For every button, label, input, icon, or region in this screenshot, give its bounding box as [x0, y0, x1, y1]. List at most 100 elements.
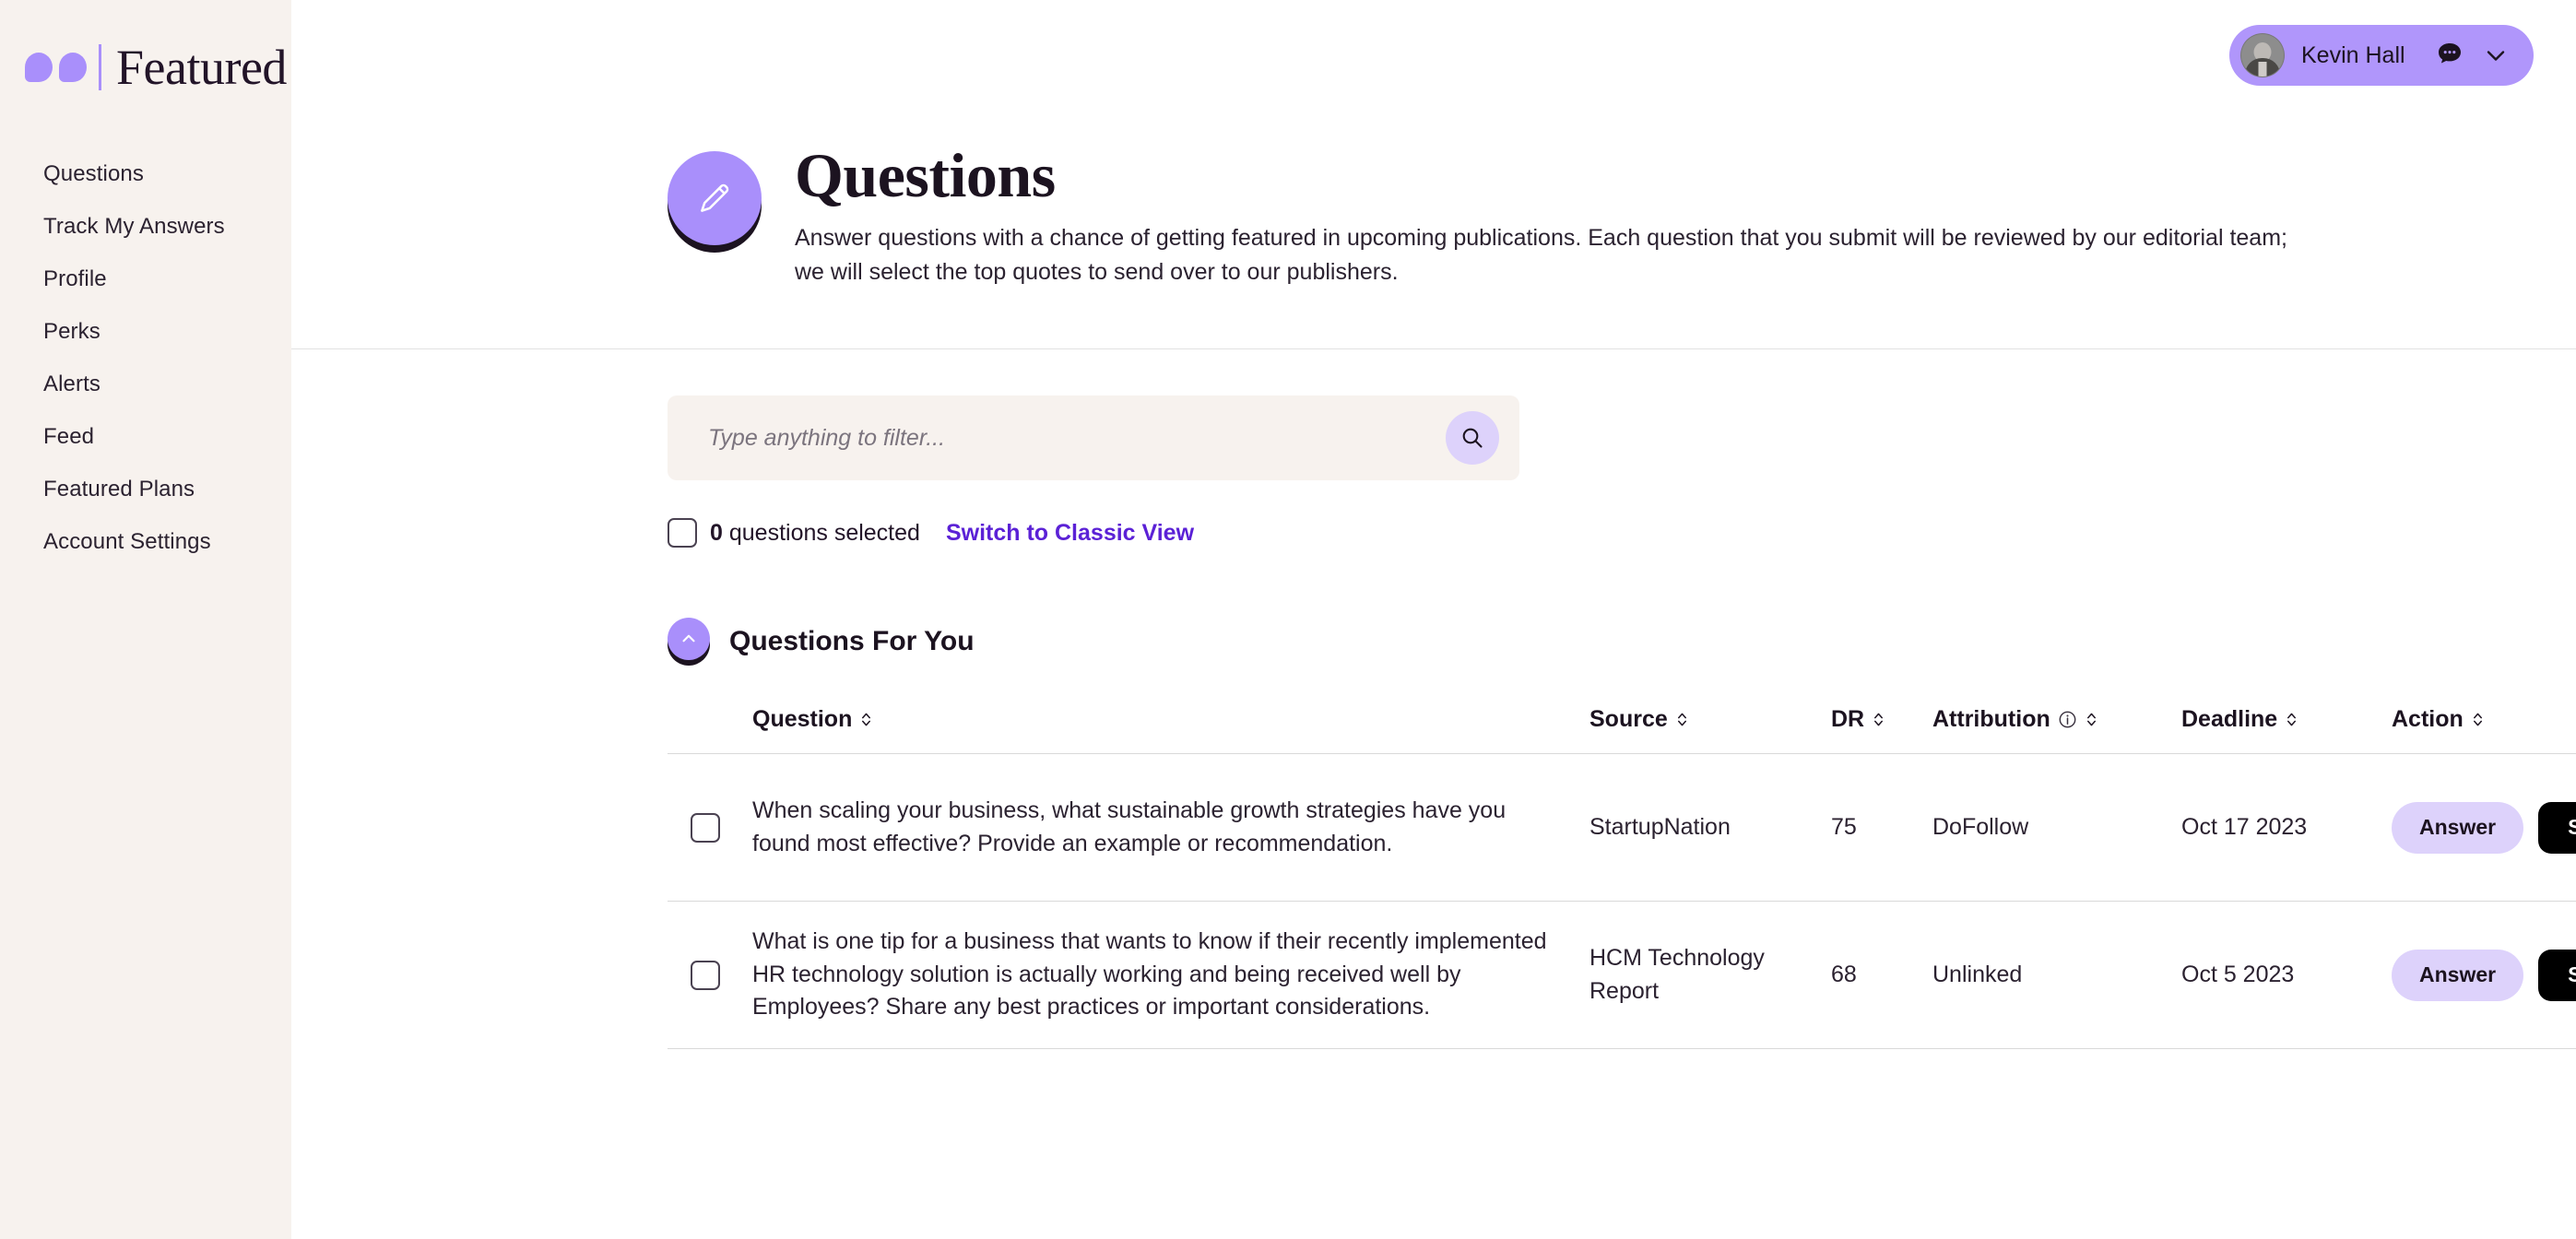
- row-select-checkbox[interactable]: [691, 812, 720, 843]
- app-root: Featured Questions Track My Answers Prof…: [0, 0, 2576, 1239]
- sidebar-item-feed[interactable]: Feed: [0, 410, 291, 463]
- avatar: [2240, 33, 2285, 77]
- sort-deadline-button[interactable]: Deadline: [2181, 706, 2392, 733]
- sidebar-item-track-my-answers[interactable]: Track My Answers: [0, 200, 291, 253]
- page-title: Questions: [795, 140, 1056, 210]
- sort-updown-icon: [2085, 710, 2098, 729]
- header-label: Attribution: [1932, 706, 2050, 732]
- chevron-up-icon: [679, 629, 699, 649]
- sidebar-item-label: Account Settings: [43, 528, 211, 554]
- sort-updown-icon: [2471, 710, 2485, 729]
- table-row[interactable]: What is one tip for a business that want…: [668, 902, 2576, 1049]
- sidebar-item-label: Featured Plans: [43, 476, 195, 502]
- header-label: Question: [752, 706, 853, 732]
- sidebar-item-questions[interactable]: Questions: [0, 148, 291, 200]
- row-checkbox-cell: [668, 960, 752, 990]
- header-label: Deadline: [2181, 706, 2278, 732]
- info-circle-icon[interactable]: [2058, 710, 2077, 729]
- answer-button[interactable]: Answer: [2392, 801, 2524, 854]
- cell-source: StartupNation: [1589, 813, 1731, 840]
- sort-action-button[interactable]: Action: [2392, 706, 2576, 733]
- sort-updown-icon: [2285, 710, 2298, 729]
- sort-dr-button[interactable]: DR: [1831, 706, 1932, 733]
- sidebar-item-label: Feed: [43, 423, 95, 449]
- sort-attribution-button[interactable]: Attribution: [1932, 706, 2181, 733]
- search-icon: [1459, 425, 1485, 451]
- table-header-row: Question Source DR Attribution Deadline …: [668, 706, 2576, 754]
- select-all-checkbox[interactable]: [668, 518, 697, 548]
- topbar: Kevin Hall: [291, 0, 2576, 109]
- cell-dr: 68: [1831, 961, 1857, 987]
- header-label: DR: [1831, 706, 1865, 732]
- filter-section: 0 questions selected Switch to Classic V…: [291, 349, 2576, 548]
- selected-label: questions selected: [728, 519, 920, 546]
- sidebar-nav: Questions Track My Answers Profile Perks…: [0, 148, 291, 568]
- sort-updown-icon: [1675, 710, 1689, 729]
- header-label: Action: [2392, 706, 2464, 732]
- user-name: Kevin Hall: [2301, 41, 2405, 68]
- sidebar-item-featured-plans[interactable]: Featured Plans: [0, 463, 291, 515]
- sidebar-item-account-settings[interactable]: Account Settings: [0, 515, 291, 568]
- pencil-icon: [668, 151, 762, 245]
- search-box: [668, 395, 1519, 480]
- chevron-down-icon[interactable]: [2482, 41, 2510, 69]
- section-header: Questions For You: [668, 618, 2576, 666]
- search-input[interactable]: [708, 424, 1435, 452]
- section-title: Questions For You: [729, 626, 975, 656]
- sort-source-button[interactable]: Source: [1589, 706, 1831, 733]
- brand-name: Featured: [116, 40, 287, 95]
- sidebar-item-perks[interactable]: Perks: [0, 305, 291, 358]
- main-content: Kevin Hall Questions Answer questions wi…: [291, 0, 2576, 1239]
- page-header-icon-wrap: [668, 151, 767, 253]
- cell-dr: 75: [1831, 813, 1857, 840]
- questions-table: Question Source DR Attribution Deadline …: [668, 706, 2576, 1049]
- table-row[interactable]: When scaling your business, what sustain…: [668, 754, 2576, 902]
- sidebar-item-label: Alerts: [43, 371, 100, 396]
- sidebar-item-alerts[interactable]: Alerts: [0, 358, 291, 410]
- header-cell-dr: DR: [1831, 706, 1932, 733]
- skip-button[interactable]: Skip: [2538, 801, 2576, 854]
- sidebar-item-label: Track My Answers: [43, 213, 225, 239]
- cell-attribution: Unlinked: [1932, 961, 2023, 987]
- cell-action: Answer Skip: [2392, 949, 2576, 1001]
- chat-bubble-icon[interactable]: [2434, 40, 2465, 71]
- sidebar-item-label: Perks: [43, 318, 100, 344]
- sidebar-item-profile[interactable]: Profile: [0, 253, 291, 305]
- header-label: Source: [1589, 706, 1668, 732]
- brand-logo[interactable]: Featured: [0, 39, 291, 96]
- sort-updown-icon: [1872, 710, 1885, 729]
- cell-deadline: Oct 5 2023: [2181, 961, 2295, 987]
- header-cell-attribution: Attribution: [1932, 706, 2181, 733]
- answer-button[interactable]: Answer: [2392, 949, 2524, 1001]
- sidebar-item-label: Profile: [43, 266, 107, 291]
- section-collapse-button[interactable]: [668, 618, 710, 660]
- page-header-text: Questions Answer questions with a chance…: [795, 144, 2298, 289]
- sidebar: Featured Questions Track My Answers Prof…: [0, 0, 291, 1239]
- sort-question-button[interactable]: Question: [752, 706, 1589, 733]
- page-description: Answer questions with a chance of gettin…: [795, 225, 2287, 285]
- cell-action: Answer Skip: [2392, 801, 2576, 854]
- page-header: Questions Answer questions with a chance…: [291, 109, 2576, 289]
- quote-marks-icon: [25, 53, 87, 82]
- selection-status: 0 questions selected: [710, 520, 920, 547]
- cell-source: HCM Technology Report: [1589, 945, 1765, 1004]
- user-menu-button[interactable]: Kevin Hall: [2229, 25, 2534, 86]
- cell-deadline: Oct 17 2023: [2181, 813, 2308, 840]
- cell-question: When scaling your business, what sustain…: [752, 797, 1507, 856]
- switch-to-classic-view-link[interactable]: Switch to Classic View: [946, 520, 1194, 547]
- header-cell-source: Source: [1589, 706, 1831, 733]
- skip-button[interactable]: Skip: [2538, 949, 2576, 1001]
- header-cell-question: Question: [752, 706, 1589, 733]
- sort-updown-icon: [859, 710, 873, 729]
- header-cell-deadline: Deadline: [2181, 706, 2392, 733]
- cell-question: What is one tip for a business that want…: [752, 928, 1547, 1021]
- header-cell-action: Action: [2392, 706, 2576, 733]
- questions-for-you-section: Questions For You Question Source DR Att…: [291, 548, 2576, 1049]
- row-select-checkbox[interactable]: [691, 960, 720, 990]
- collapse-toggle-wrap: [668, 618, 710, 666]
- row-checkbox-cell: [668, 812, 752, 843]
- cell-attribution: DoFollow: [1932, 813, 2029, 840]
- selection-row: 0 questions selected Switch to Classic V…: [668, 518, 2576, 548]
- search-button[interactable]: [1446, 411, 1499, 465]
- sidebar-item-label: Questions: [43, 160, 144, 186]
